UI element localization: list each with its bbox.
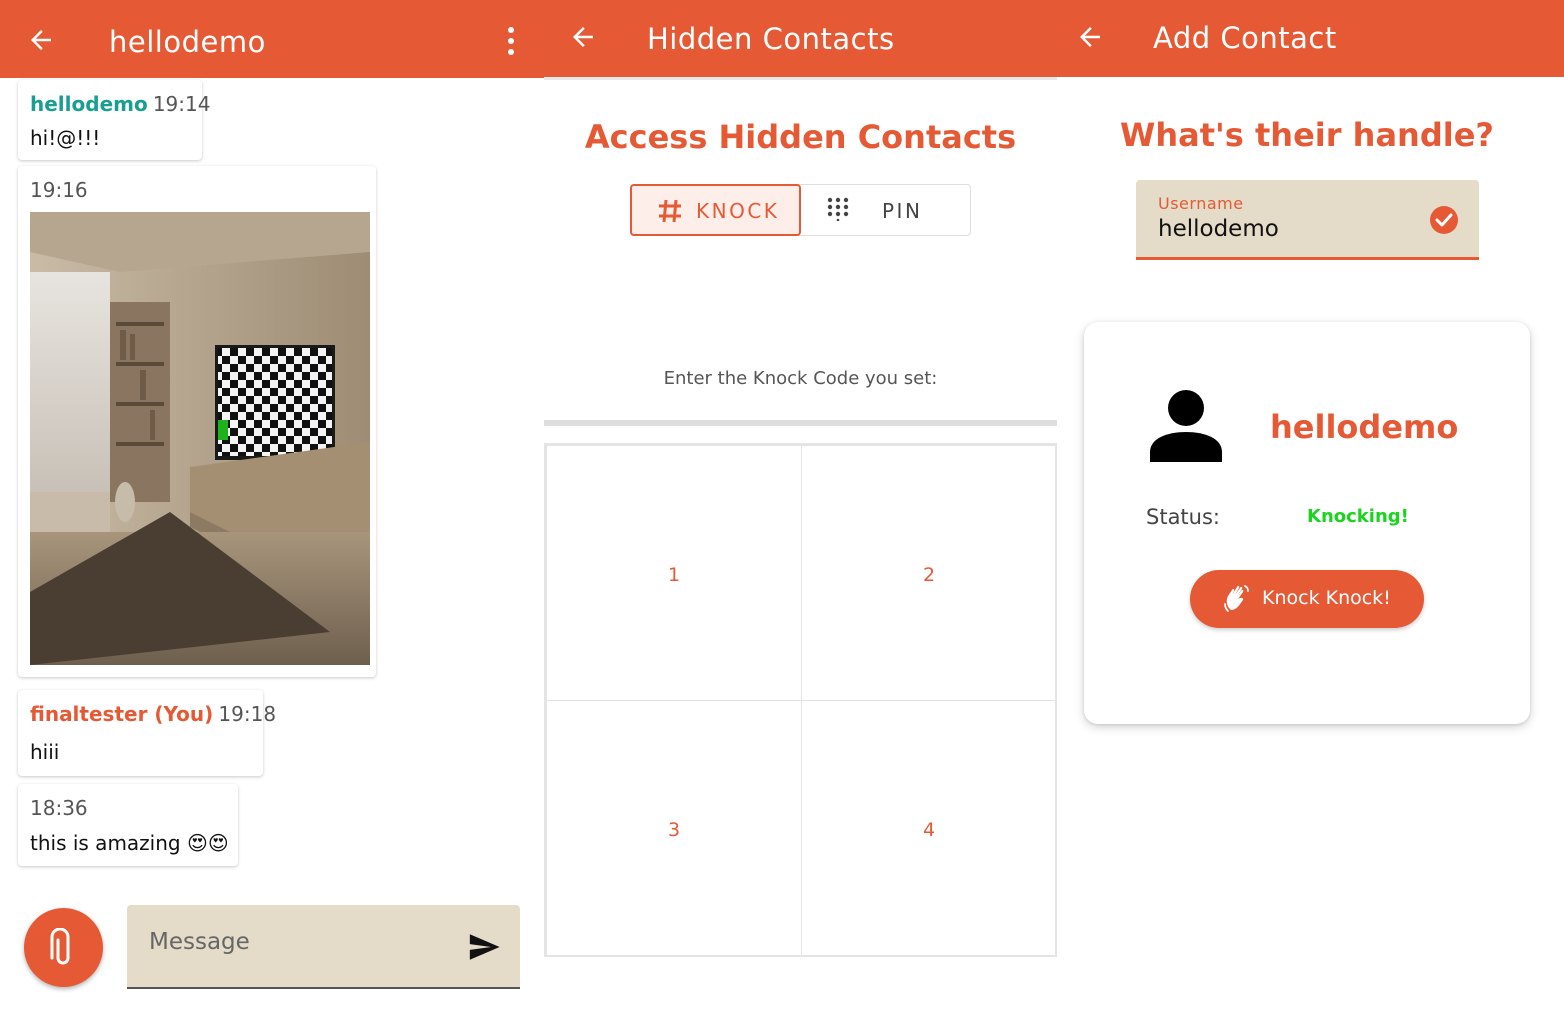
- message-bubble[interactable]: finaltester (You) 19:18 hiii: [18, 690, 276, 776]
- knock-knock-button[interactable]: Knock Knock!: [1190, 570, 1424, 628]
- knock-label: KNOCK: [696, 199, 780, 223]
- more-vert-icon[interactable]: [500, 24, 522, 58]
- add-contact-title: Add Contact: [1153, 21, 1337, 55]
- knock-cell-3[interactable]: 3: [546, 700, 802, 956]
- message-time: 18:36: [30, 796, 88, 820]
- knock-cell-1[interactable]: 1: [546, 445, 802, 701]
- back-arrow-icon[interactable]: [1075, 22, 1105, 52]
- paperclip-icon: [50, 928, 70, 965]
- pin-toggle-button[interactable]: PIN: [802, 185, 972, 237]
- hidden-contacts-screen: Hidden Contacts Access Hidden Contacts K…: [544, 0, 1057, 1019]
- chat-title: hellodemo: [109, 25, 266, 59]
- knock-cell-label: 3: [667, 819, 681, 841]
- message-bubble-image[interactable]: 19:16: [18, 166, 376, 677]
- chat-screen: hellodemo hellodemo 19:14 hi!@!!! 19:16: [0, 0, 544, 1019]
- message-sender: hellodemo: [30, 92, 148, 116]
- waving-hand-icon: [1224, 585, 1249, 612]
- knock-knock-label: Knock Knock!: [1262, 587, 1391, 609]
- attach-button[interactable]: [24, 908, 103, 987]
- knock-prompt: Enter the Knock Code you set:: [663, 368, 938, 389]
- message-time: 19:14: [152, 92, 211, 116]
- chat-app-bar: hellodemo: [0, 0, 544, 78]
- message-field[interactable]: [127, 905, 520, 989]
- pin-label: PIN: [882, 199, 923, 223]
- page-heading: Access Hidden Contacts: [584, 118, 1017, 156]
- knock-cell-label: 1: [667, 564, 681, 586]
- knock-toggle-button[interactable]: KNOCK: [630, 184, 801, 236]
- living-room-photo[interactable]: [30, 212, 370, 665]
- add-contact-screen: Add Contact What's their handle? Usernam…: [1057, 0, 1564, 1019]
- dialpad-icon: [827, 197, 849, 221]
- message-time: 19:18: [218, 702, 277, 726]
- page-heading: What's their handle?: [1120, 116, 1494, 154]
- heart-eyes-emoji-icon: 😍😍: [186, 831, 229, 855]
- message-text: this is amazing: [30, 831, 181, 855]
- message-bubble[interactable]: hellodemo 19:14 hi!@!!!: [18, 80, 210, 160]
- check-circle-icon: [1430, 206, 1458, 234]
- username-label: Username: [1158, 194, 1244, 213]
- back-arrow-icon[interactable]: [26, 25, 56, 55]
- knock-cell-label: 2: [922, 564, 936, 586]
- hidden-title: Hidden Contacts: [647, 22, 895, 56]
- person-icon: [1150, 390, 1222, 462]
- message-text: hiii: [30, 740, 60, 764]
- hidden-app-bar: Hidden Contacts: [544, 0, 1057, 77]
- send-icon[interactable]: [466, 930, 502, 964]
- divider: [544, 77, 1057, 80]
- knock-cell-2[interactable]: 2: [801, 445, 1057, 701]
- status-label: Status:: [1146, 505, 1220, 529]
- hash-icon: [659, 199, 681, 223]
- access-mode-toggle: KNOCK PIN: [630, 184, 971, 236]
- knock-grid: 1 2 3 4: [544, 443, 1057, 957]
- contact-name: hellodemo: [1270, 408, 1459, 446]
- username-field[interactable]: Username: [1136, 180, 1479, 260]
- message-time: 19:16: [30, 178, 88, 202]
- knock-progress-bar: [544, 420, 1057, 426]
- message-bubble[interactable]: 18:36 this is amazing 😍😍: [18, 784, 238, 866]
- username-input[interactable]: [1158, 216, 1408, 242]
- back-arrow-icon[interactable]: [568, 22, 598, 52]
- message-input[interactable]: [149, 929, 449, 955]
- message-sender: finaltester (You): [30, 702, 214, 726]
- status-value: Knocking!: [1307, 506, 1409, 527]
- message-text: hi!@!!!: [30, 126, 101, 150]
- add-contact-app-bar: Add Contact: [1057, 0, 1564, 77]
- knock-cell-label: 4: [922, 819, 936, 841]
- contact-card: hellodemo Status: Knocking! Knock Knock!: [1084, 322, 1530, 724]
- knock-cell-4[interactable]: 4: [801, 700, 1057, 956]
